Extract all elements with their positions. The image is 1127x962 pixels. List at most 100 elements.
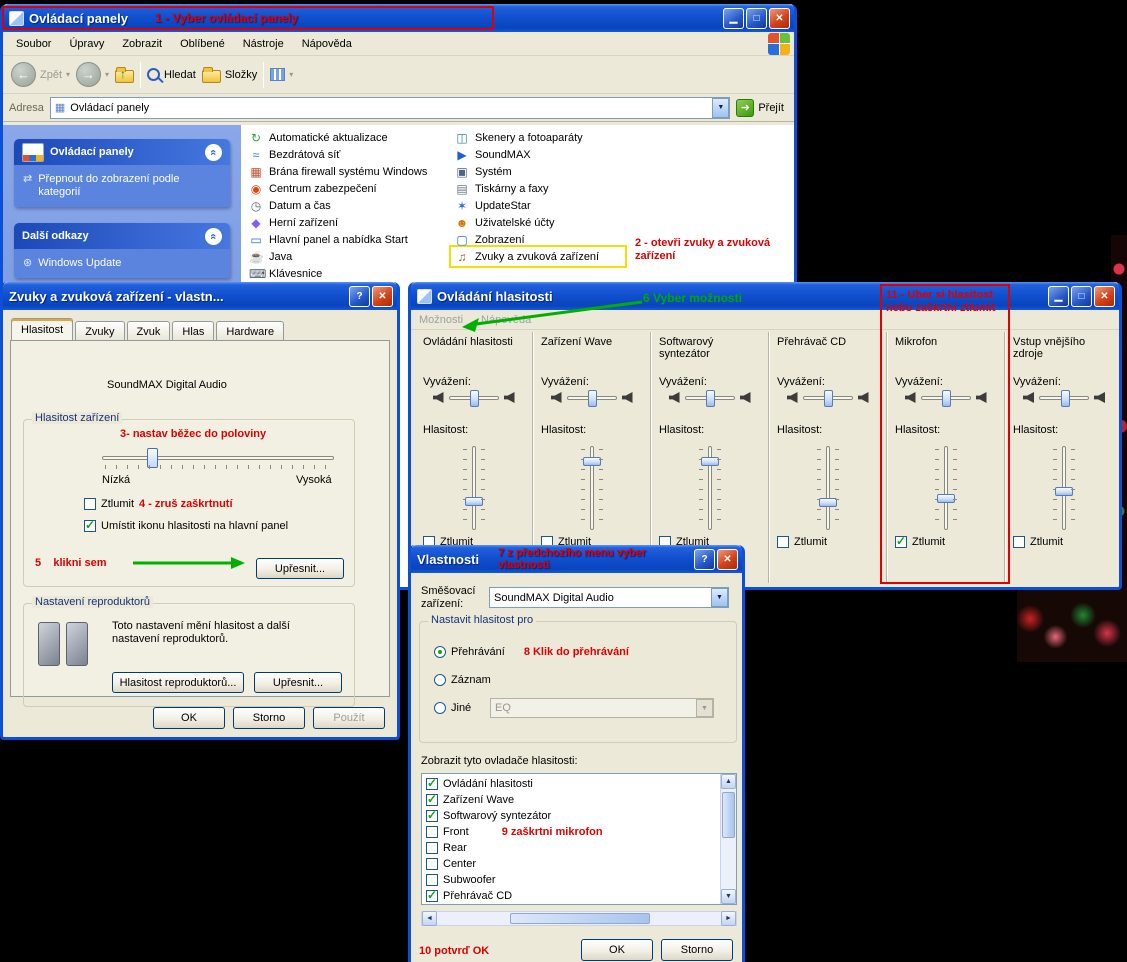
device-volume-thumb[interactable] [147,448,158,468]
cp-item-skenery[interactable]: ◫Skenery a fotoaparáty [455,130,660,146]
search-button[interactable]: Hledat [147,68,196,81]
balance-slider[interactable] [449,396,499,400]
balance-thumb[interactable] [588,390,597,407]
close-button[interactable]: ✕ [717,549,738,570]
balance-thumb[interactable] [470,390,479,407]
item-checkbox[interactable] [426,858,438,870]
menu-soubor[interactable]: Soubor [7,35,60,53]
cp-item-herni-zarizeni[interactable]: ◆Herní zařízení [249,215,454,231]
scroll-left-icon[interactable]: ◄ [422,911,437,926]
list-item-front[interactable]: Front9 zaškrtni mikrofon [422,824,736,840]
item-checkbox[interactable] [426,778,438,790]
list-item-center[interactable]: Center [422,856,736,872]
cp-item-zobrazeni[interactable]: ▢Zobrazení [455,232,660,248]
cp-item-klavesnice[interactable]: ⌨Klávesnice [249,266,454,282]
tray-icon-checkbox[interactable] [84,520,96,532]
radio-other[interactable] [434,702,446,714]
forward-button[interactable]: → ▾ [76,62,109,87]
task-panel-header[interactable]: Ovládací panely « [14,139,230,165]
tab-hlas[interactable]: Hlas [172,321,214,341]
volume-thumb[interactable] [937,494,955,503]
item-checkbox[interactable] [426,890,438,902]
balance-slider[interactable] [921,396,971,400]
list-item-subwoofer[interactable]: Subwoofer [422,872,736,888]
menu-zobrazit[interactable]: Zobrazit [113,35,171,53]
close-button[interactable]: ✕ [372,286,393,307]
task-panel-header[interactable]: Další odkazy « [14,223,230,249]
ok-button[interactable]: OK [153,707,225,729]
balance-slider[interactable] [1039,396,1089,400]
cp-item-zvuky[interactable]: ♫Zvuky a zvuková zařízení [455,249,660,265]
volume-slider[interactable] [944,446,948,530]
volume-slider[interactable] [590,446,594,530]
control-panel-titlebar[interactable]: Ovládací panely 1 - Vyber ovládací panel… [3,4,794,32]
volume-thumb[interactable] [701,457,719,466]
volume-slider[interactable] [472,446,476,530]
cp-item-automaticke-aktualizace[interactable]: ↻Automatické aktualizace [249,130,454,146]
scroll-down-icon[interactable]: ▼ [721,889,736,904]
mute-checkbox[interactable] [84,498,96,510]
vertical-scrollbar[interactable]: ▲ ▼ [720,774,736,904]
cp-item-tiskarny[interactable]: ▤Tiskárny a faxy [455,181,660,197]
tab-hardware[interactable]: Hardware [216,321,284,341]
scrollbar-thumb[interactable] [510,913,650,924]
volume-thumb[interactable] [819,498,837,507]
menu-upravy[interactable]: Úpravy [60,35,113,53]
address-dropdown-button[interactable]: ▼ [712,98,729,118]
scrollbar-thumb[interactable] [722,792,735,838]
balance-slider[interactable] [685,396,735,400]
cp-item-java[interactable]: ☕Java [249,249,454,265]
tab-zvuk[interactable]: Zvuk [127,321,171,341]
maximize-button[interactable]: □ [746,8,767,29]
scroll-right-icon[interactable]: ► [721,911,736,926]
windows-update-link[interactable]: ⊛ Windows Update [23,257,221,270]
cp-item-system[interactable]: ▣Systém [455,164,660,180]
balance-thumb[interactable] [1061,390,1070,407]
speaker-advanced-button[interactable]: Upřesnit... [254,672,342,693]
volume-thumb[interactable] [465,497,483,506]
advanced-button[interactable]: Upřesnit... [256,558,344,579]
cp-item-datum-a-cas[interactable]: ◷Datum a čas [249,198,454,214]
balance-thumb[interactable] [706,390,715,407]
folders-button[interactable]: Složky [202,66,257,83]
tab-zvuky[interactable]: Zvuky [75,321,124,341]
cp-item-firewall[interactable]: ▦Brána firewall systému Windows [249,164,454,180]
back-button[interactable]: ← Zpět ▾ [11,62,70,87]
cancel-button[interactable]: Storno [661,939,733,961]
help-button[interactable]: ? [349,286,370,307]
cp-item-uzivatelske-ucty[interactable]: ☻Uživatelské účty [455,215,660,231]
tab-hlasitost[interactable]: Hlasitost [11,318,73,341]
minimize-button[interactable]: ▁ [1048,286,1069,307]
collapse-chevron-icon[interactable]: « [205,144,222,161]
list-item-rear[interactable]: Rear [422,840,736,856]
radio-playback[interactable] [434,646,446,658]
balance-thumb[interactable] [824,390,833,407]
sounds-titlebar[interactable]: Zvuky a zvuková zařízení - vlastn... ? ✕ [3,282,397,310]
item-checkbox[interactable] [426,874,438,886]
item-checkbox[interactable] [426,826,438,838]
go-button[interactable]: ➜ Přejít [736,99,788,117]
address-input[interactable]: ▦ Ovládací panely ▼ [50,97,730,119]
list-item-prehravac-cd[interactable]: Přehrávač CD [422,888,736,904]
close-button[interactable]: ✕ [1094,286,1115,307]
item-checkbox[interactable] [426,794,438,806]
minimize-button[interactable]: ▁ [723,8,744,29]
cp-item-hlavni-panel[interactable]: ▭Hlavní panel a nabídka Start [249,232,454,248]
volume-controls-list[interactable]: Ovládání hlasitosti Zařízení Wave Softwa… [421,773,737,905]
mute-checkbox[interactable] [1013,536,1025,548]
ok-button[interactable]: OK [581,939,653,961]
list-item-zarizeni-wave[interactable]: Zařízení Wave [422,792,736,808]
volume-slider[interactable] [708,446,712,530]
item-checkbox[interactable] [426,810,438,822]
balance-slider[interactable] [567,396,617,400]
close-button[interactable]: ✕ [769,8,790,29]
cp-item-soundmax[interactable]: ▶SoundMAX [455,147,660,163]
mute-checkbox[interactable] [777,536,789,548]
cp-item-centrum-zabezpeceni[interactable]: ◉Centrum zabezpečení [249,181,454,197]
views-button[interactable]: ▾ [270,68,293,81]
mute-checkbox[interactable] [895,536,907,548]
volume-slider[interactable] [826,446,830,530]
item-checkbox[interactable] [426,842,438,854]
balance-thumb[interactable] [942,390,951,407]
menu-moznosti[interactable]: Možnosti [419,314,463,326]
